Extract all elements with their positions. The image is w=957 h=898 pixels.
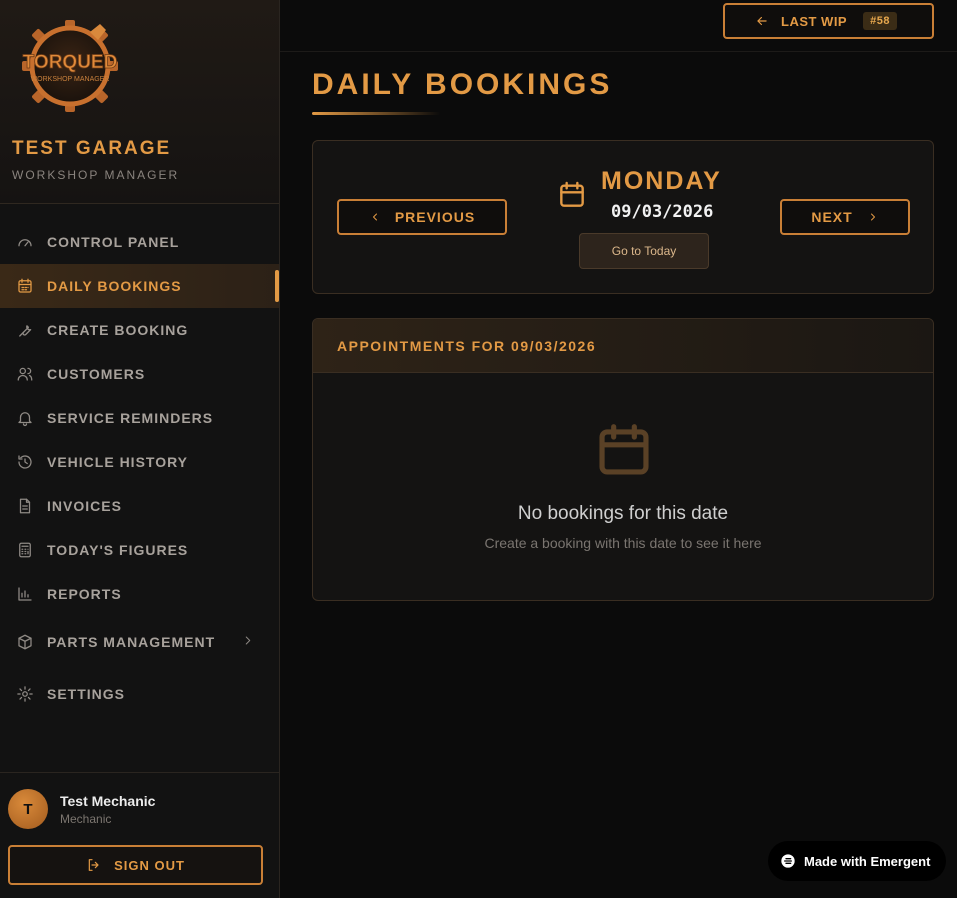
- sidebar-item-label: REPORTS: [47, 586, 122, 602]
- sidebar-item-label: CONTROL PANEL: [47, 234, 180, 250]
- sidebar-item-customers[interactable]: CUSTOMERS: [0, 352, 279, 396]
- sidebar-item-service-reminders[interactable]: SERVICE REMINDERS: [0, 396, 279, 440]
- sidebar-item-label: INVOICES: [47, 498, 122, 514]
- empty-state-subtitle: Create a booking with this date to see i…: [484, 535, 762, 551]
- last-wip-button[interactable]: LAST WIP #58: [723, 3, 934, 39]
- sidebar-item-label: CUSTOMERS: [47, 366, 146, 382]
- appointments-header: APPOINTMENTS FOR 09/03/2026: [313, 319, 933, 373]
- sidebar-item-label: SERVICE REMINDERS: [47, 410, 214, 426]
- sidebar: TORQUED WORKSHOP MANAGER TEST GARAGE WOR…: [0, 0, 280, 898]
- chevron-right-icon: [870, 213, 875, 221]
- badge-label: Made with Emergent: [804, 853, 931, 869]
- go-to-today-button[interactable]: Go to Today: [579, 233, 709, 269]
- user-panel: T Test Mechanic Mechanic SIGN OUT: [0, 772, 279, 898]
- sidebar-item-daily-bookings[interactable]: DAILY BOOKINGS: [0, 264, 279, 308]
- sidebar-item-invoices[interactable]: INVOICES: [0, 484, 279, 528]
- sidebar-item-control-panel[interactable]: CONTROL PANEL: [0, 220, 279, 264]
- brand-header: TORQUED WORKSHOP MANAGER TEST GARAGE WOR…: [0, 0, 279, 204]
- logo-tagline: WORKSHOP MANAGER: [31, 76, 110, 83]
- sidebar-item-settings[interactable]: SETTINGS: [0, 668, 279, 720]
- selected-date: 09/03/2026: [611, 202, 714, 222]
- sidebar-item-todays-figures[interactable]: TODAY'S FIGURES: [0, 528, 279, 572]
- calendar-icon: [15, 276, 35, 296]
- selected-day-name: MONDAY: [601, 167, 722, 195]
- made-with-emergent-badge[interactable]: Made with Emergent: [768, 841, 946, 881]
- gauge-icon: [15, 232, 35, 252]
- sign-out-label: SIGN OUT: [114, 857, 185, 873]
- calculator-icon: [15, 540, 35, 560]
- user-name: Test Mechanic: [60, 793, 156, 809]
- sidebar-item-label: VEHICLE HISTORY: [47, 454, 189, 470]
- user-role: Mechanic: [60, 812, 112, 826]
- wip-number-badge: #58: [863, 12, 897, 30]
- arrow-left-icon: [757, 16, 767, 26]
- sign-out-button[interactable]: SIGN OUT: [8, 845, 263, 885]
- logo-wordmark: TORQUED: [23, 52, 118, 73]
- document-icon: [15, 496, 35, 516]
- box-icon: [15, 632, 35, 652]
- appointments-panel: APPOINTMENTS FOR 09/03/2026 No bookings …: [312, 318, 934, 601]
- calendar-icon: [556, 179, 588, 211]
- chevron-right-icon[interactable]: [241, 634, 255, 651]
- garage-name: TEST GARAGE: [12, 138, 172, 159]
- sidebar-item-parts-management[interactable]: PARTS MANAGEMENT: [0, 616, 279, 668]
- last-wip-label: LAST WIP: [781, 13, 848, 29]
- gear-icon: [15, 684, 35, 704]
- sidebar-item-label: DAILY BOOKINGS: [47, 278, 182, 294]
- sidebar-item-label: SETTINGS: [47, 686, 126, 702]
- empty-state-title: No bookings for this date: [517, 503, 729, 524]
- previous-label: PREVIOUS: [394, 209, 476, 225]
- chevron-left-icon: [372, 213, 377, 221]
- users-icon: [15, 364, 35, 384]
- bell-icon: [15, 408, 35, 428]
- sidebar-item-vehicle-history[interactable]: VEHICLE HISTORY: [0, 440, 279, 484]
- sidebar-item-label: TODAY'S FIGURES: [47, 542, 189, 558]
- previous-day-button[interactable]: PREVIOUS: [337, 199, 507, 235]
- top-bar: LAST WIP #58: [280, 0, 957, 52]
- date-navigator: PREVIOUS MONDAY 09/03/2026 Go to Today N…: [312, 140, 934, 294]
- garage-subtitle: WORKSHOP MANAGER: [12, 168, 180, 182]
- avatar[interactable]: T: [8, 789, 48, 829]
- history-icon: [15, 452, 35, 472]
- bar-chart-icon: [15, 584, 35, 604]
- sidebar-item-reports[interactable]: REPORTS: [0, 572, 279, 616]
- next-day-button[interactable]: NEXT: [780, 199, 910, 235]
- emergent-logo-icon: [781, 854, 795, 868]
- next-label: NEXT: [811, 209, 853, 225]
- sidebar-item-label: PARTS MANAGEMENT: [47, 634, 216, 650]
- empty-calendar-icon: [593, 419, 655, 481]
- title-underline: [312, 112, 440, 115]
- sidebar-item-create-booking[interactable]: CREATE BOOKING: [0, 308, 279, 352]
- page-title: DAILY BOOKINGS: [312, 68, 613, 101]
- wrench-icon: [15, 320, 35, 340]
- sidebar-item-label: CREATE BOOKING: [47, 322, 189, 338]
- logout-icon: [88, 859, 99, 871]
- torqued-logo[interactable]: TORQUED WORKSHOP MANAGER: [20, 18, 120, 114]
- sidebar-nav: CONTROL PANEL DAILY BOOKINGS CREATE BOOK…: [0, 204, 279, 720]
